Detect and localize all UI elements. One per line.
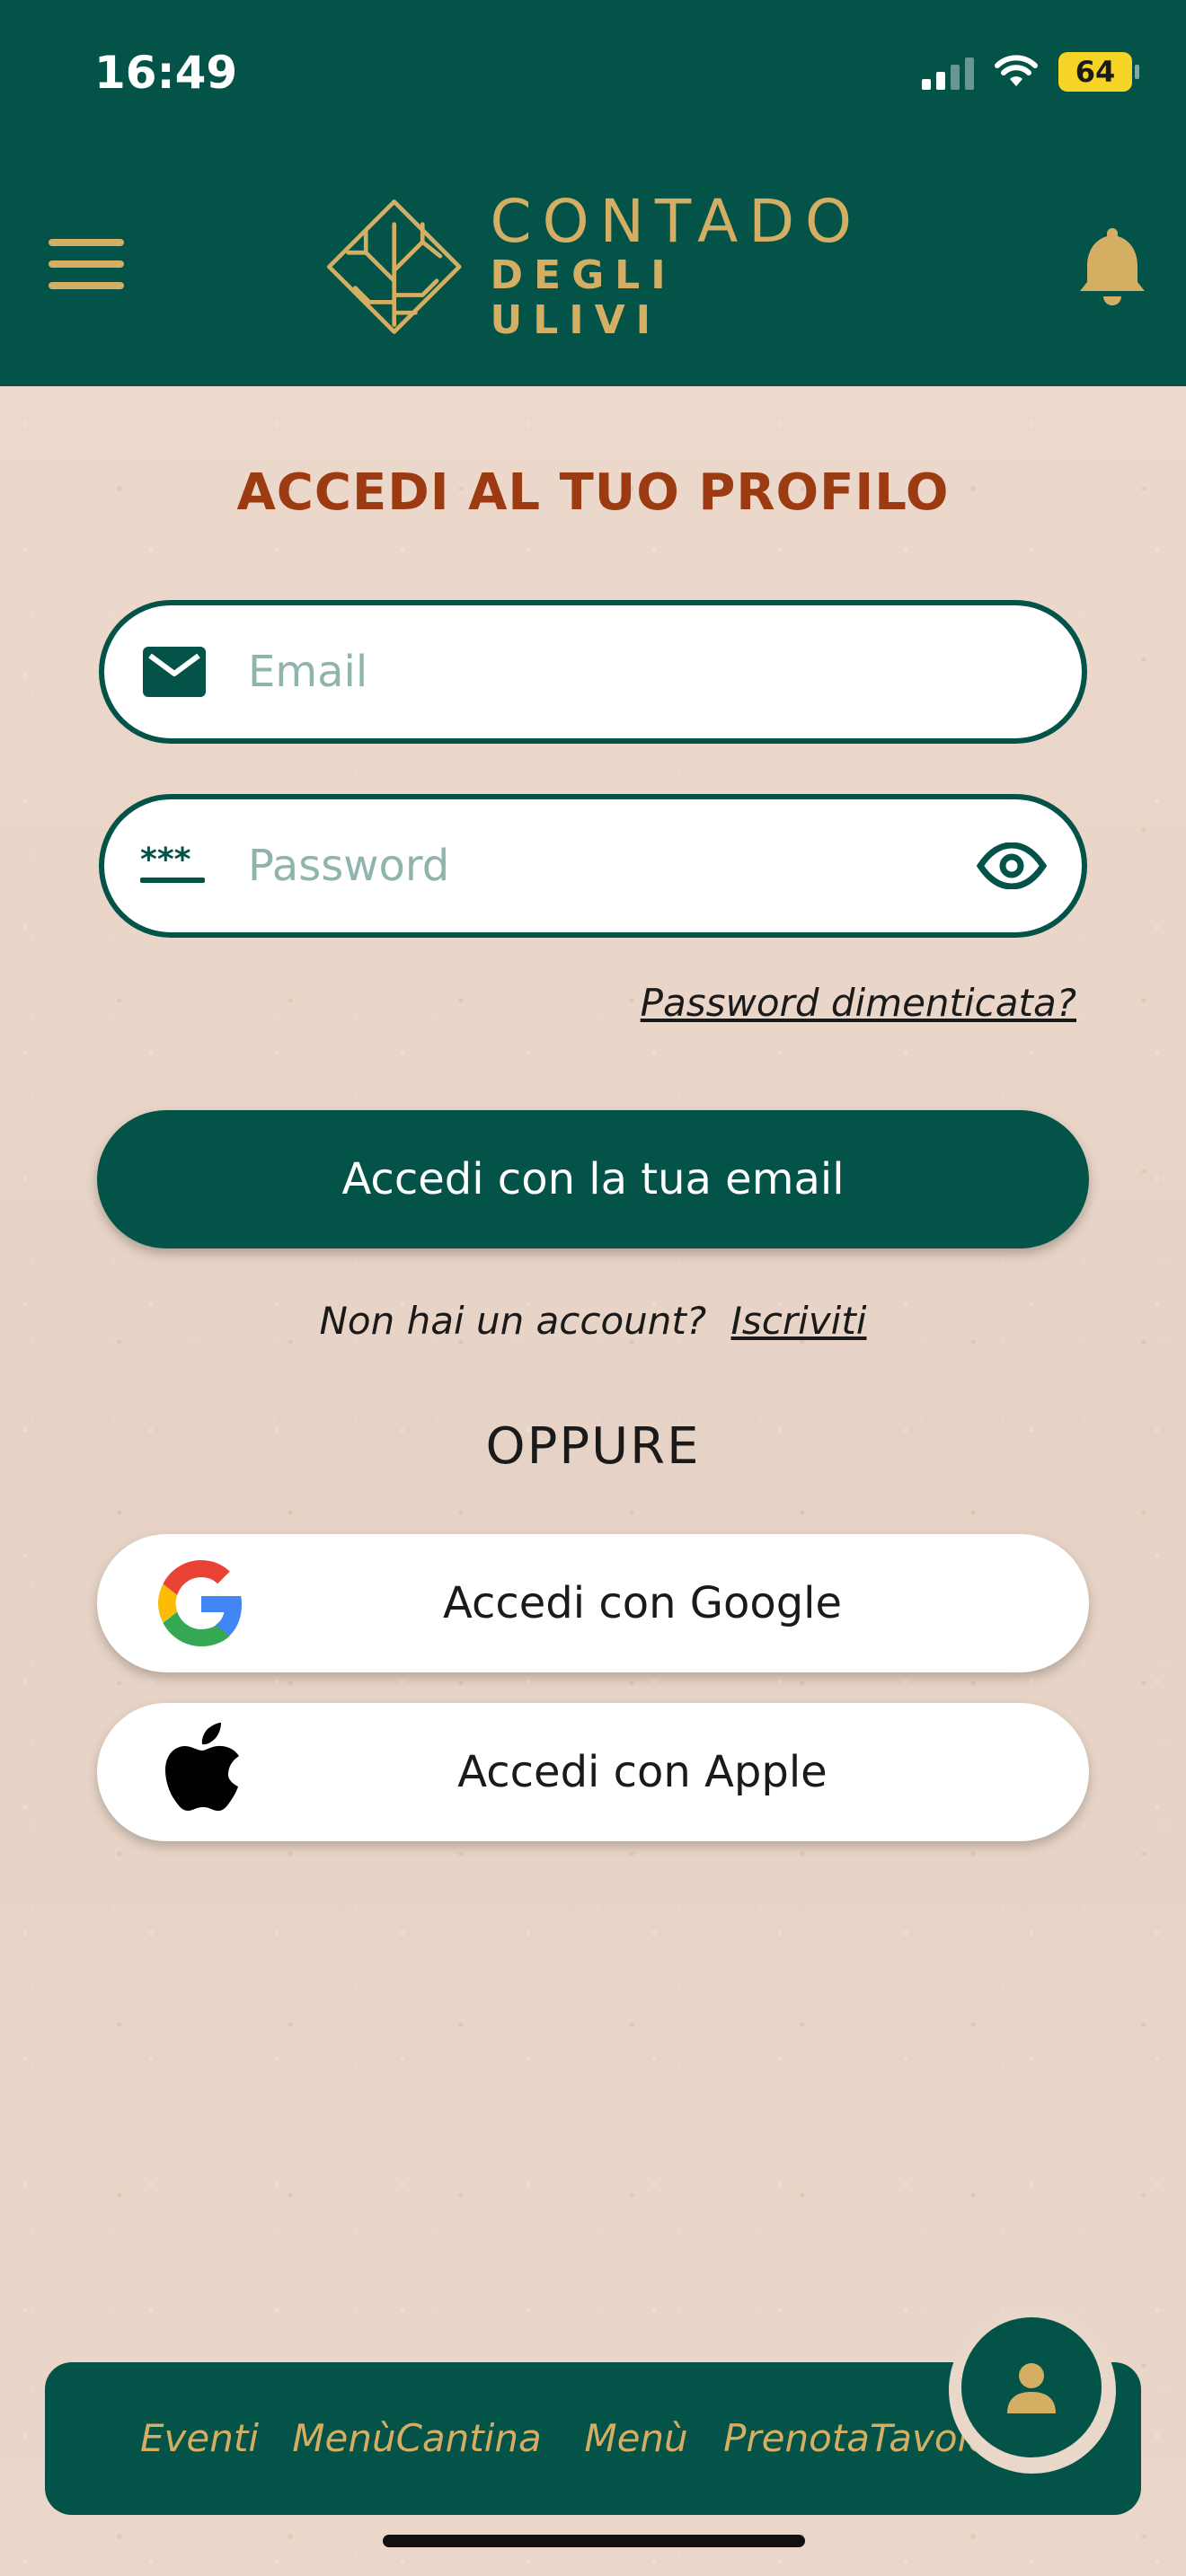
wifi-icon — [995, 55, 1038, 86]
profile-button[interactable] — [961, 2317, 1102, 2457]
nav-item-menu[interactable]: Menù — [528, 2362, 744, 2515]
app-logo: CONTADO DEGLI ULIVI — [323, 172, 863, 361]
password-field: *** — [99, 794, 1087, 938]
google-icon — [158, 1560, 242, 1646]
logo-title: CONTADO — [490, 187, 863, 256]
envelope-icon — [143, 647, 206, 697]
apple-icon — [165, 1723, 239, 1811]
google-login-button[interactable]: Accedi con Google — [97, 1534, 1089, 1672]
nav-item-prenota-tavolo[interactable]: Prenota Tavolo — [723, 2362, 991, 2515]
logo-subtitle: DEGLI ULIVI — [490, 252, 677, 343]
status-time: 16:49 — [94, 47, 238, 99]
email-input[interactable] — [248, 605, 1082, 738]
notifications-button[interactable] — [1076, 225, 1148, 305]
no-account-text: Non hai un account? — [319, 1299, 707, 1343]
nav-item-menu-cantina[interactable]: Menù Cantina — [292, 2362, 542, 2515]
password-dots-icon: *** — [140, 845, 205, 883]
password-input[interactable] — [248, 799, 976, 932]
email-login-button[interactable]: Accedi con la tua email — [97, 1110, 1089, 1248]
battery-level: 64 — [1075, 55, 1116, 89]
or-divider: OPPURE — [485, 1417, 701, 1476]
bell-icon — [1080, 228, 1145, 305]
app-header: 16:49 64 CONTADO DEGLI ULIVI — [0, 0, 1186, 386]
battery-indicator: 64 — [1058, 52, 1139, 92]
olive-tree-logo-icon — [326, 199, 462, 334]
menu-button[interactable] — [49, 239, 124, 293]
forgot-password-link[interactable]: Password dimenticata? — [641, 981, 1076, 1025]
signup-prompt: Non hai un account? Iscriviti — [0, 1299, 1186, 1343]
toggle-password-visibility[interactable] — [976, 842, 1048, 889]
page-title: ACCEDI AL TUO PROFILO — [236, 463, 950, 522]
email-field — [99, 600, 1087, 744]
hamburger-icon — [49, 239, 124, 246]
user-icon — [1007, 2363, 1056, 2413]
signup-link[interactable]: Iscriviti — [731, 1299, 867, 1343]
home-indicator — [383, 2535, 805, 2547]
nav-item-eventi[interactable]: Eventi — [92, 2362, 307, 2515]
cellular-signal-icon — [922, 54, 974, 90]
eye-icon — [977, 842, 1047, 889]
apple-login-button[interactable]: Accedi con Apple — [97, 1703, 1089, 1841]
svg-text:***: *** — [140, 845, 191, 878]
status-icons: 64 — [922, 52, 1139, 92]
